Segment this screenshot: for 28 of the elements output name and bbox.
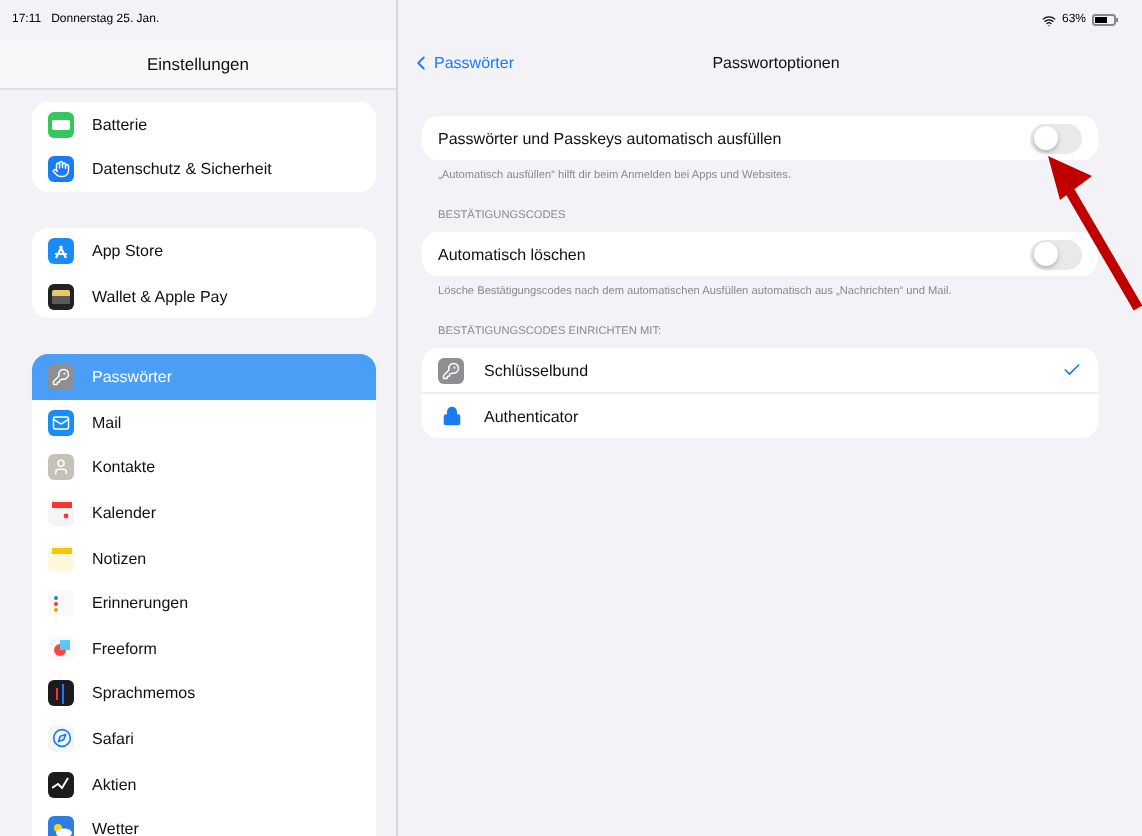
key-icon: [48, 364, 74, 391]
shapes-icon: [48, 635, 74, 662]
battery-icon: [1092, 14, 1118, 26]
checkmark-icon: [1062, 360, 1082, 381]
wifi-icon: [1041, 13, 1056, 27]
back-link[interactable]: Passwörter: [410, 51, 515, 73]
sidebar-header: Einstellungen: [0, 40, 396, 90]
cloud-sun-icon: [48, 816, 74, 836]
compass-icon: [48, 725, 74, 752]
wallet-icon: [48, 283, 74, 310]
toggle-switch[interactable]: [1030, 123, 1082, 153]
battery-icon: [48, 111, 74, 138]
toggle-switch[interactable]: [1030, 239, 1082, 270]
list-icon: [48, 590, 74, 617]
envelope-icon: [48, 409, 74, 436]
page-title: Passwortoptionen: [712, 53, 840, 71]
notes-icon: [48, 545, 74, 572]
option-row[interactable]: Schlüsselbund: [422, 348, 1098, 395]
calendar-icon: [48, 499, 74, 526]
option-row[interactable]: Authenticator: [422, 394, 1098, 439]
setting-label: Automatisch löschen: [438, 245, 588, 264]
setting-label: Passwörter und Passkeys automatisch ausfüllen: [438, 129, 784, 147]
app-store-icon: [48, 237, 74, 264]
person-icon: [48, 454, 74, 481]
key-icon: [438, 357, 464, 384]
chart-icon: [48, 771, 74, 798]
hand-icon: [48, 156, 74, 183]
waveform-icon: [48, 680, 74, 707]
